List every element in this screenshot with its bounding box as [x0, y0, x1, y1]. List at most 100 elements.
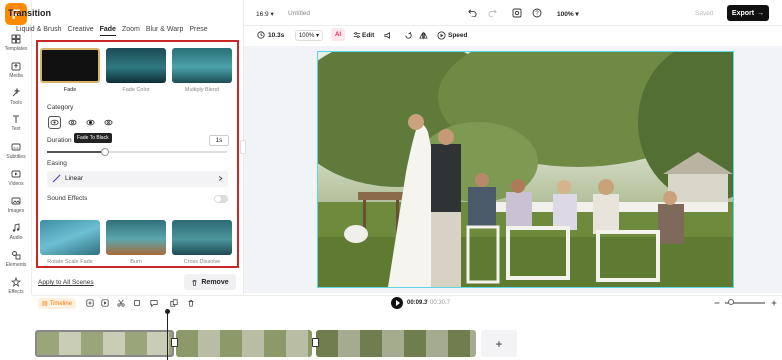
canvas-zoom-select[interactable]: 100% ▾: [295, 30, 323, 41]
rail-item-tools[interactable]: Tools: [0, 86, 32, 106]
duplicate-icon[interactable]: [170, 299, 178, 307]
rail-item-videos[interactable]: Videos: [0, 167, 32, 187]
collapse-panel-handle[interactable]: [240, 140, 246, 154]
speed-button[interactable]: Speed: [448, 32, 468, 39]
ai-magic-button[interactable]: AI: [331, 28, 345, 41]
rail-item-label: Tools: [10, 100, 22, 106]
duration-input[interactable]: 1s: [209, 135, 229, 146]
preset-cross-dissolve[interactable]: [172, 220, 232, 255]
sound-effects-label: Sound Effects: [47, 195, 88, 202]
scene-clip-3[interactable]: [316, 330, 476, 357]
redo-icon[interactable]: [488, 8, 497, 17]
rail-item-audio[interactable]: Audio: [0, 221, 32, 241]
preset-label: Cross Dissolve: [183, 259, 221, 265]
sound-effects-toggle[interactable]: [214, 195, 228, 203]
export-button[interactable]: Export →: [727, 5, 769, 21]
aspect-ratio-select[interactable]: 16:9 ▾: [256, 10, 274, 18]
category-double-ring-icon[interactable]: [102, 116, 115, 129]
shapes-icon: [11, 250, 21, 260]
rail-item-media[interactable]: Media: [0, 59, 32, 79]
preset-fade[interactable]: [40, 48, 100, 83]
comment-icon[interactable]: [150, 299, 158, 307]
rail-item-subtitles[interactable]: Subtitles: [0, 140, 32, 160]
preset-label: Multiply Blend: [184, 87, 220, 93]
rail-item-label: Templates: [4, 46, 28, 52]
scene-clip-1[interactable]: [35, 330, 174, 357]
tooltip: Fade To Black: [74, 133, 112, 143]
preset-label: Fade Color: [122, 87, 150, 93]
project-title[interactable]: Untitled: [288, 10, 310, 17]
transition-marker[interactable]: [312, 338, 319, 347]
tab-fade[interactable]: Fade: [99, 26, 116, 36]
preset-rotate-scale-fade[interactable]: [40, 220, 100, 255]
category-ring-icon[interactable]: [66, 116, 79, 129]
add-scene-icon[interactable]: [86, 299, 94, 307]
rail-item-label: Effects: [8, 289, 24, 295]
scene-duration[interactable]: 10.3s: [268, 32, 284, 39]
crop-icon[interactable]: [133, 299, 141, 307]
arrow-right-icon: →: [757, 9, 765, 17]
preset-burn[interactable]: [106, 220, 166, 255]
edit-button[interactable]: Edit: [362, 32, 374, 39]
zoom-select[interactable]: 100% ▾: [557, 10, 579, 18]
zoom-in-icon[interactable]: [770, 299, 778, 307]
video-preview[interactable]: [317, 51, 734, 288]
panel-title: Transition: [8, 8, 52, 18]
video-icon: [11, 169, 21, 179]
scissors-icon[interactable]: [117, 299, 125, 307]
rail-item-elements[interactable]: Elements: [0, 248, 32, 268]
saved-status: Saved: [695, 10, 714, 17]
zoom-out-icon[interactable]: [713, 299, 721, 307]
scene-clip-2[interactable]: [176, 330, 312, 357]
image-icon: [11, 196, 21, 206]
subtitles-icon: [11, 142, 21, 152]
canvas-toolbar: [244, 26, 782, 46]
tab-blur-warp[interactable]: Blur & Warp: [146, 26, 183, 36]
rail-item-text[interactable]: Text: [0, 112, 32, 132]
speed-icon: [437, 31, 446, 40]
duration-label: Duration: [47, 137, 72, 144]
tab-prese[interactable]: Prese: [189, 26, 207, 36]
tab-liquid-brush[interactable]: Liquid & Brush: [16, 26, 62, 36]
chevron-right-icon: [217, 174, 224, 183]
film-icon: ▤: [41, 301, 48, 307]
rotate-icon[interactable]: [404, 31, 413, 40]
screenshot-icon[interactable]: [512, 8, 522, 18]
duration-slider-handle[interactable]: [100, 148, 109, 156]
easing-curve-icon: [52, 174, 61, 183]
timeline-toggle[interactable]: ▤ Timeline: [38, 298, 76, 309]
rail-item-effects[interactable]: Effects: [0, 275, 32, 295]
current-time: 00:09.3: [407, 300, 428, 306]
flip-icon[interactable]: [419, 31, 428, 40]
effects-icon: [11, 277, 21, 287]
preset-label: Fade: [63, 87, 77, 93]
tab-creative[interactable]: Creative: [68, 26, 94, 36]
apply-to-all-link[interactable]: Apply to All Scenes: [38, 279, 94, 286]
play-scene-icon[interactable]: [101, 299, 109, 307]
rail-item-images[interactable]: Images: [0, 194, 32, 214]
volume-icon[interactable]: [384, 31, 393, 40]
remove-button[interactable]: Remove: [184, 274, 236, 290]
category-label: Category: [47, 104, 74, 111]
music-icon: [11, 223, 21, 233]
play-button[interactable]: [391, 297, 403, 309]
timeline-zoom-handle[interactable]: [728, 299, 734, 305]
category-fade-to-black-icon[interactable]: [84, 116, 97, 129]
preset-label: Rotate Scale Fade: [47, 259, 93, 265]
playhead[interactable]: [167, 311, 168, 360]
remove-label: Remove: [201, 278, 229, 286]
tab-zoom[interactable]: Zoom: [122, 26, 140, 36]
transition-marker[interactable]: [171, 338, 178, 347]
undo-icon[interactable]: [468, 8, 477, 17]
magic-icon: [11, 88, 21, 98]
category-eye-icon[interactable]: [48, 116, 61, 129]
rail-item-label: Images: [7, 208, 25, 214]
trash-icon[interactable]: [187, 299, 195, 307]
help-icon[interactable]: ?: [532, 8, 542, 18]
preset-multiply-blend[interactable]: [172, 48, 232, 83]
preset-fade-color[interactable]: [106, 48, 166, 83]
transition-tabs: Liquid & Brush Creative Fade Zoom Blur & War…: [16, 26, 214, 36]
easing-value: Linear: [65, 175, 84, 182]
add-clip-button[interactable]: +: [481, 330, 517, 357]
easing-label: Easing: [47, 160, 67, 167]
